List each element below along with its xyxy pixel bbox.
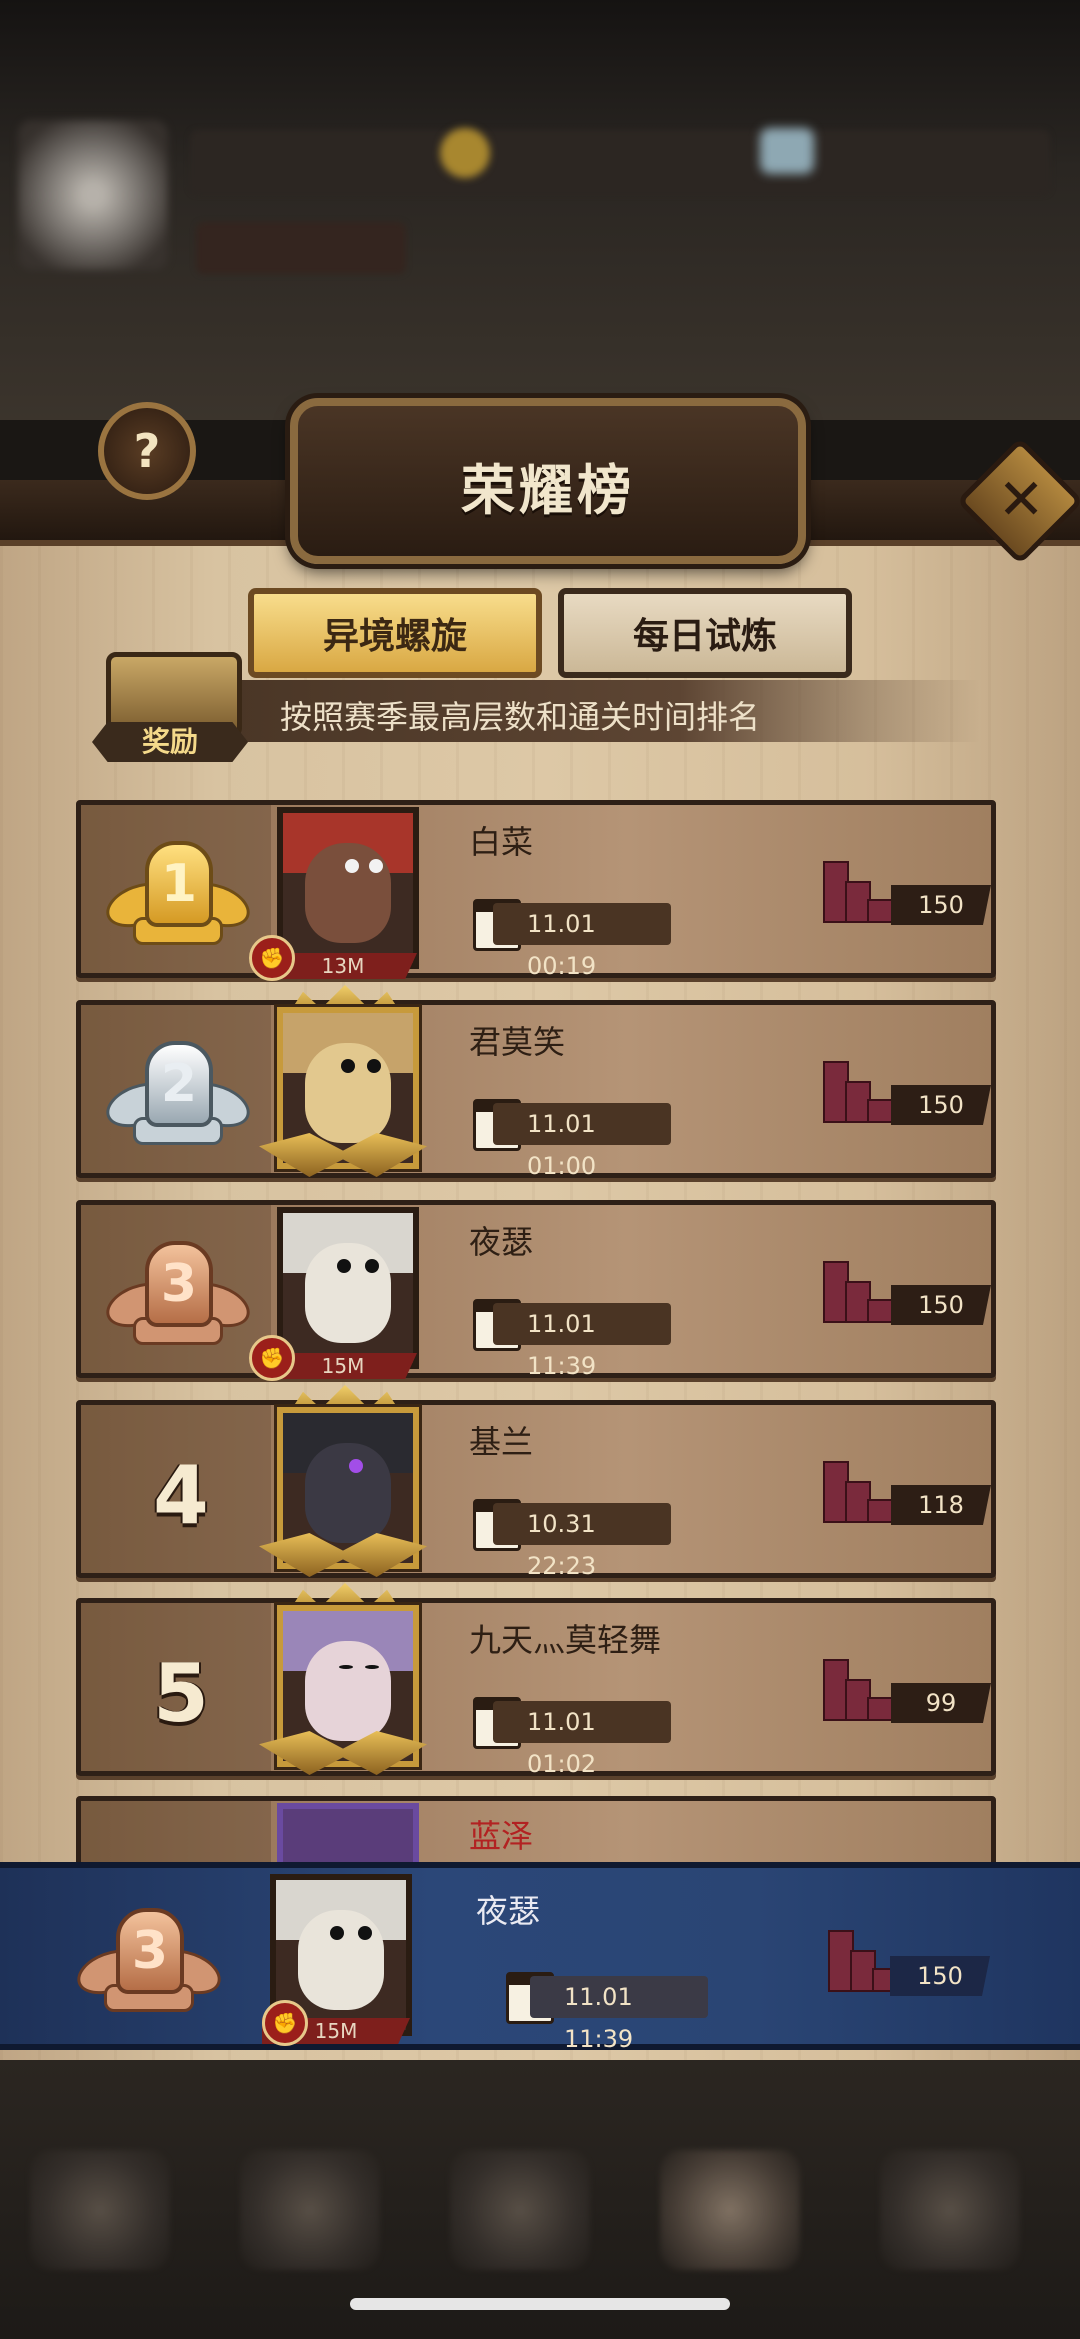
fist-icon: ✊ [249, 1335, 295, 1381]
background-hud [0, 0, 1080, 420]
rank-cell [81, 1801, 271, 1871]
player-name: 蓝泽 [469, 1817, 534, 1855]
fist-icon: ✊ [249, 935, 295, 981]
nav-item-5[interactable] [880, 2150, 1020, 2270]
gold-medal-icon: 1 [100, 835, 256, 945]
home-indicator[interactable] [350, 2298, 730, 2310]
medal-rank-number: 1 [145, 841, 213, 927]
clear-time: 11.01 01:02 [493, 1701, 671, 1778]
rule-banner: 按照赛季最高层数和通关时间排名 [230, 680, 980, 742]
clear-time: 10.31 22:23 [493, 1503, 671, 1580]
reward-label: 奖励 [92, 722, 248, 762]
player-portrait[interactable] [277, 807, 419, 969]
page-title: 荣耀榜 [461, 459, 635, 522]
fist-icon: ✊ [262, 2000, 308, 2046]
player-name: 基兰 [469, 1423, 534, 1461]
rank-row-2[interactable]: 2 君莫笑 11.01 01:00 150 [76, 985, 996, 1180]
rank-cell: 3 [81, 1205, 271, 1373]
rank-cell: 4 [81, 1405, 271, 1573]
medal-rank-number: 3 [145, 1241, 213, 1327]
my-rank-row[interactable]: 3 15M ✊ 夜瑟 11.01 11:39 150 [0, 1862, 1080, 2053]
bronze-medal-icon: 3 [71, 1902, 227, 2012]
rank-row-5[interactable]: 5 九天灬莫轻舞 11.01 01:02 99 [76, 1583, 996, 1778]
medal-rank-number: 3 [116, 1908, 184, 1994]
player-avatar-blurred [18, 120, 168, 270]
player-name: 君莫笑 [469, 1023, 566, 1061]
ranking-rule-text: 按照赛季最高层数和通关时间排名 [280, 698, 761, 736]
floor-count: 150 [891, 1285, 991, 1325]
nav-item-2[interactable] [240, 2150, 380, 2270]
gem-icon [760, 128, 814, 174]
player-name: 九天灬莫轻舞 [469, 1621, 662, 1659]
rank-number: 4 [153, 1449, 209, 1542]
player-portrait[interactable] [277, 1207, 419, 1369]
clear-time: 11.01 11:39 [493, 1303, 671, 1380]
help-button[interactable]: ? [98, 402, 196, 500]
coin-icon [440, 128, 490, 178]
rank-cell: 5 [81, 1603, 271, 1771]
title-plaque: 荣耀榜 [290, 398, 806, 564]
clear-time: 11.01 01:00 [493, 1103, 671, 1180]
tab-daily-trial[interactable]: 每日试炼 [558, 588, 852, 678]
rank-row-4[interactable]: 4 基兰 10.31 22:23 118 [76, 1385, 996, 1580]
level-badge-blurred [196, 222, 406, 274]
rank-number: 5 [153, 1647, 209, 1740]
close-icon: ✕ [997, 467, 1045, 533]
rank-cell: 1 [81, 805, 271, 973]
floor-count: 150 [891, 885, 991, 925]
rank-cell: 2 [81, 1005, 271, 1173]
resource-bar-blurred [190, 130, 1050, 194]
floor-count: 99 [891, 1683, 991, 1723]
bronze-medal-icon: 3 [100, 1235, 256, 1345]
floor-count: 118 [891, 1485, 991, 1525]
nav-item-3[interactable] [450, 2150, 590, 2270]
question-icon: ? [133, 424, 161, 478]
floor-count: 150 [891, 1085, 991, 1125]
medal-rank-number: 2 [145, 1041, 213, 1127]
clear-time: 11.01 00:19 [493, 903, 671, 980]
reward-button[interactable]: 奖励 [92, 652, 248, 764]
player-name: 白菜 [469, 823, 534, 861]
player-name: 夜瑟 [469, 1223, 534, 1261]
tab-spiral[interactable]: 异境螺旋 [248, 588, 542, 678]
my-player-name: 夜瑟 [476, 1892, 541, 1930]
rank-row-1[interactable]: 1 13M ✊ 白菜 11.01 00:19 150 [76, 800, 996, 981]
my-clear-time: 11.01 11:39 [530, 1976, 708, 2053]
silver-medal-icon: 2 [100, 1035, 256, 1145]
my-floor-count: 150 [890, 1956, 990, 1996]
rank-row-3[interactable]: 3 15M ✊ 夜瑟 11.01 11:39 150 [76, 1200, 996, 1381]
nav-item-1[interactable] [30, 2150, 170, 2270]
nav-item-4[interactable] [660, 2150, 800, 2270]
